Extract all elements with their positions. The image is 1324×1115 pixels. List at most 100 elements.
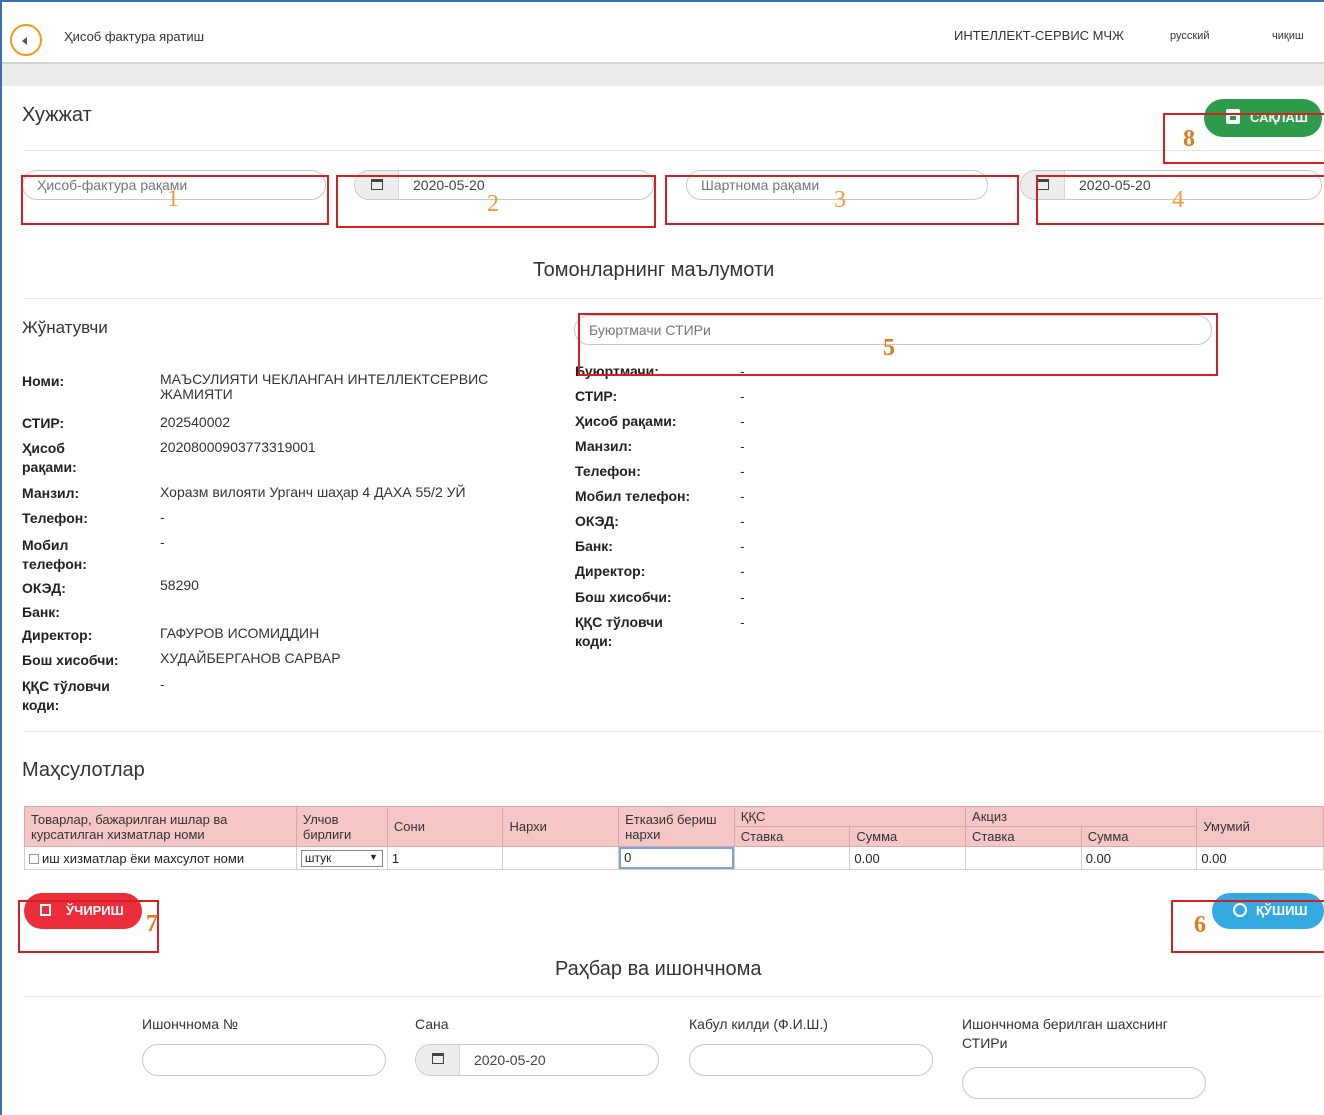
row-vat-rate[interactable]	[733, 846, 851, 870]
sender-title: Жўнатувчи	[22, 318, 108, 337]
col-qty: Сони	[386, 806, 504, 847]
sender-mobile-label: Мобил телефон:	[22, 537, 87, 572]
buyer-vat-label: ҚҚС тўловчи коди:	[575, 614, 663, 649]
annotation-number-4: 4	[1172, 187, 1184, 213]
col-excise-sum: Сумма	[1080, 826, 1198, 847]
col-excise: Акциз	[965, 806, 1198, 827]
buyer-address-label: Манзил:	[575, 438, 633, 454]
buyer-stir-label: СТИР:	[575, 388, 618, 404]
sender-oked-label: ОКЭД:	[22, 580, 66, 596]
sub-bar	[2, 64, 1324, 86]
app-title: Ҳисоб фактура яратиш	[64, 29, 205, 44]
sender-phone: -	[160, 509, 165, 525]
row-excise-rate[interactable]	[965, 846, 1082, 870]
proxy-date-value: 2020-05-20	[474, 1052, 546, 1068]
col-vat: ҚҚС	[733, 806, 967, 827]
row-name-cell[interactable]: иш хизматлар ёки махсулот номи	[24, 846, 297, 870]
sender-director-label: Директор:	[22, 627, 93, 643]
proxy-title: Раҳбар ва ишончнома	[555, 958, 762, 980]
buyer-account-value: -	[740, 413, 745, 429]
proxy-date-label: Сана	[415, 1016, 449, 1032]
sender-account: 20208000903773319001	[160, 439, 316, 455]
divider	[24, 298, 1322, 299]
col-name: Товарлар, бажарилган ишлар ва курсатилга…	[24, 806, 297, 847]
buyer-bank-label: Банк:	[575, 538, 613, 554]
row-vat-sum: 0.00	[849, 846, 967, 870]
row-qty[interactable]: 1	[386, 846, 504, 870]
language-switch[interactable]: русский	[1170, 30, 1209, 42]
window-frame	[0, 0, 1324, 1115]
annotation-box-5	[578, 313, 1218, 376]
proxy-number-input[interactable]	[142, 1044, 386, 1076]
annotation-number-7: 7	[146, 911, 158, 937]
row-excise-sum: 0.00	[1080, 846, 1198, 870]
buyer-mobile-value: -	[740, 488, 745, 504]
col-total: Умумий	[1196, 806, 1324, 847]
received-by-input[interactable]	[689, 1044, 933, 1076]
company-name: ИНТЕЛЛЕКТ-СЕРВИС МЧЖ	[954, 28, 1125, 43]
buyer-accountant-label: Бош хисобчи:	[575, 589, 672, 605]
top-bar: Ҳисоб фактура яратиш ИНТЕЛЛЕКТ-СЕРВИС МЧ…	[2, 2, 1324, 64]
sender-accountant-label: Бош хисобчи:	[22, 652, 119, 668]
unit-select[interactable]: штук	[300, 849, 383, 867]
row-unit-cell: штук	[295, 846, 388, 870]
sender-accountant: ХУДАЙБЕРГАНОВ САРВАР	[160, 650, 341, 666]
sender-phone-label: Телефон:	[22, 510, 88, 526]
annotation-number-5: 5	[883, 335, 895, 361]
row-delivery-input[interactable]: 0	[619, 847, 734, 869]
col-delivery: Етказиб бериш нархи	[618, 806, 735, 847]
back-icon[interactable]	[10, 24, 42, 56]
proxy-date-field[interactable]: 2020-05-20	[415, 1044, 659, 1076]
sender-account-label: Ҳисоб рақами:	[22, 440, 77, 475]
sender-oked: 58290	[160, 577, 199, 593]
col-price: Нархи	[502, 806, 620, 847]
buyer-oked-value: -	[740, 513, 745, 529]
annotation-box-7	[18, 900, 159, 953]
buyer-stir-value: -	[740, 388, 745, 404]
sender-name-label: Номи:	[22, 373, 65, 389]
products-title: Маҳсулотлар	[22, 759, 145, 781]
sender-stir-label: СТИР:	[22, 415, 65, 431]
document-title: Хужжат	[22, 104, 92, 126]
annotation-number-8: 8	[1183, 126, 1195, 152]
buyer-mobile-label: Мобил телефон:	[575, 488, 691, 504]
logout-link[interactable]: чиқиш	[1272, 30, 1304, 42]
sender-bank-label: Банк:	[22, 604, 60, 620]
row-total: 0.00	[1196, 846, 1324, 870]
row-price[interactable]	[502, 846, 620, 870]
col-excise-rate: Ставка	[965, 826, 1082, 847]
row-checkbox[interactable]	[29, 854, 39, 865]
buyer-director-label: Директор:	[575, 563, 646, 579]
divider	[24, 996, 1322, 997]
sender-address: Хоразм вилояти Урганч шаҳар 4 ДАХА 55/2 …	[160, 484, 466, 500]
proxy-stir-label: Ишончнома берилган шахснинг СТИРи	[962, 1016, 1168, 1051]
sender-name: МАЪСУЛИЯТИ ЧЕКЛАНГАН ИНТЕЛЛЕКТСЕРВИС ЖАМ…	[160, 371, 489, 402]
annotation-number-1: 1	[167, 186, 179, 212]
proxy-stir-input[interactable]	[962, 1067, 1206, 1099]
buyer-director-value: -	[740, 563, 745, 579]
buyer-accountant-value: -	[740, 589, 745, 605]
buyer-phone-label: Телефон:	[575, 463, 641, 479]
products-table: Товарлар, бажарилган ишлар ва курсатилга…	[24, 806, 1324, 870]
parties-title: Томонларнинг маълумоти	[533, 259, 775, 281]
table-row: иш хизматлар ёки махсулот номи штук 1 0 …	[24, 846, 1324, 870]
sender-vat-label: ҚҚС тўловчи коди:	[22, 678, 110, 713]
buyer-phone-value: -	[740, 463, 745, 479]
received-by-label: Кабул килди (Ф.И.Ш.)	[689, 1016, 828, 1032]
col-vat-rate: Ставка	[733, 826, 851, 847]
annotation-number-6: 6	[1194, 912, 1206, 938]
sender-director: ГАФУРОВ ИСОМИДДИН	[160, 625, 320, 641]
buyer-oked-label: ОКЭД:	[575, 513, 619, 529]
buyer-account-label: Ҳисоб рақами:	[575, 413, 677, 429]
divider	[24, 150, 1322, 151]
sender-address-label: Манзил:	[22, 485, 80, 501]
calendar-icon[interactable]	[416, 1045, 460, 1075]
annotation-number-3: 3	[834, 187, 846, 213]
sender-vat: -	[160, 676, 165, 692]
buyer-bank-value: -	[740, 538, 745, 554]
proxy-number-label: Ишончнома №	[142, 1016, 238, 1032]
sender-mobile: -	[160, 534, 165, 550]
buyer-address-value: -	[740, 438, 745, 454]
buyer-vat-value: -	[740, 614, 745, 630]
col-vat-sum: Сумма	[849, 826, 967, 847]
